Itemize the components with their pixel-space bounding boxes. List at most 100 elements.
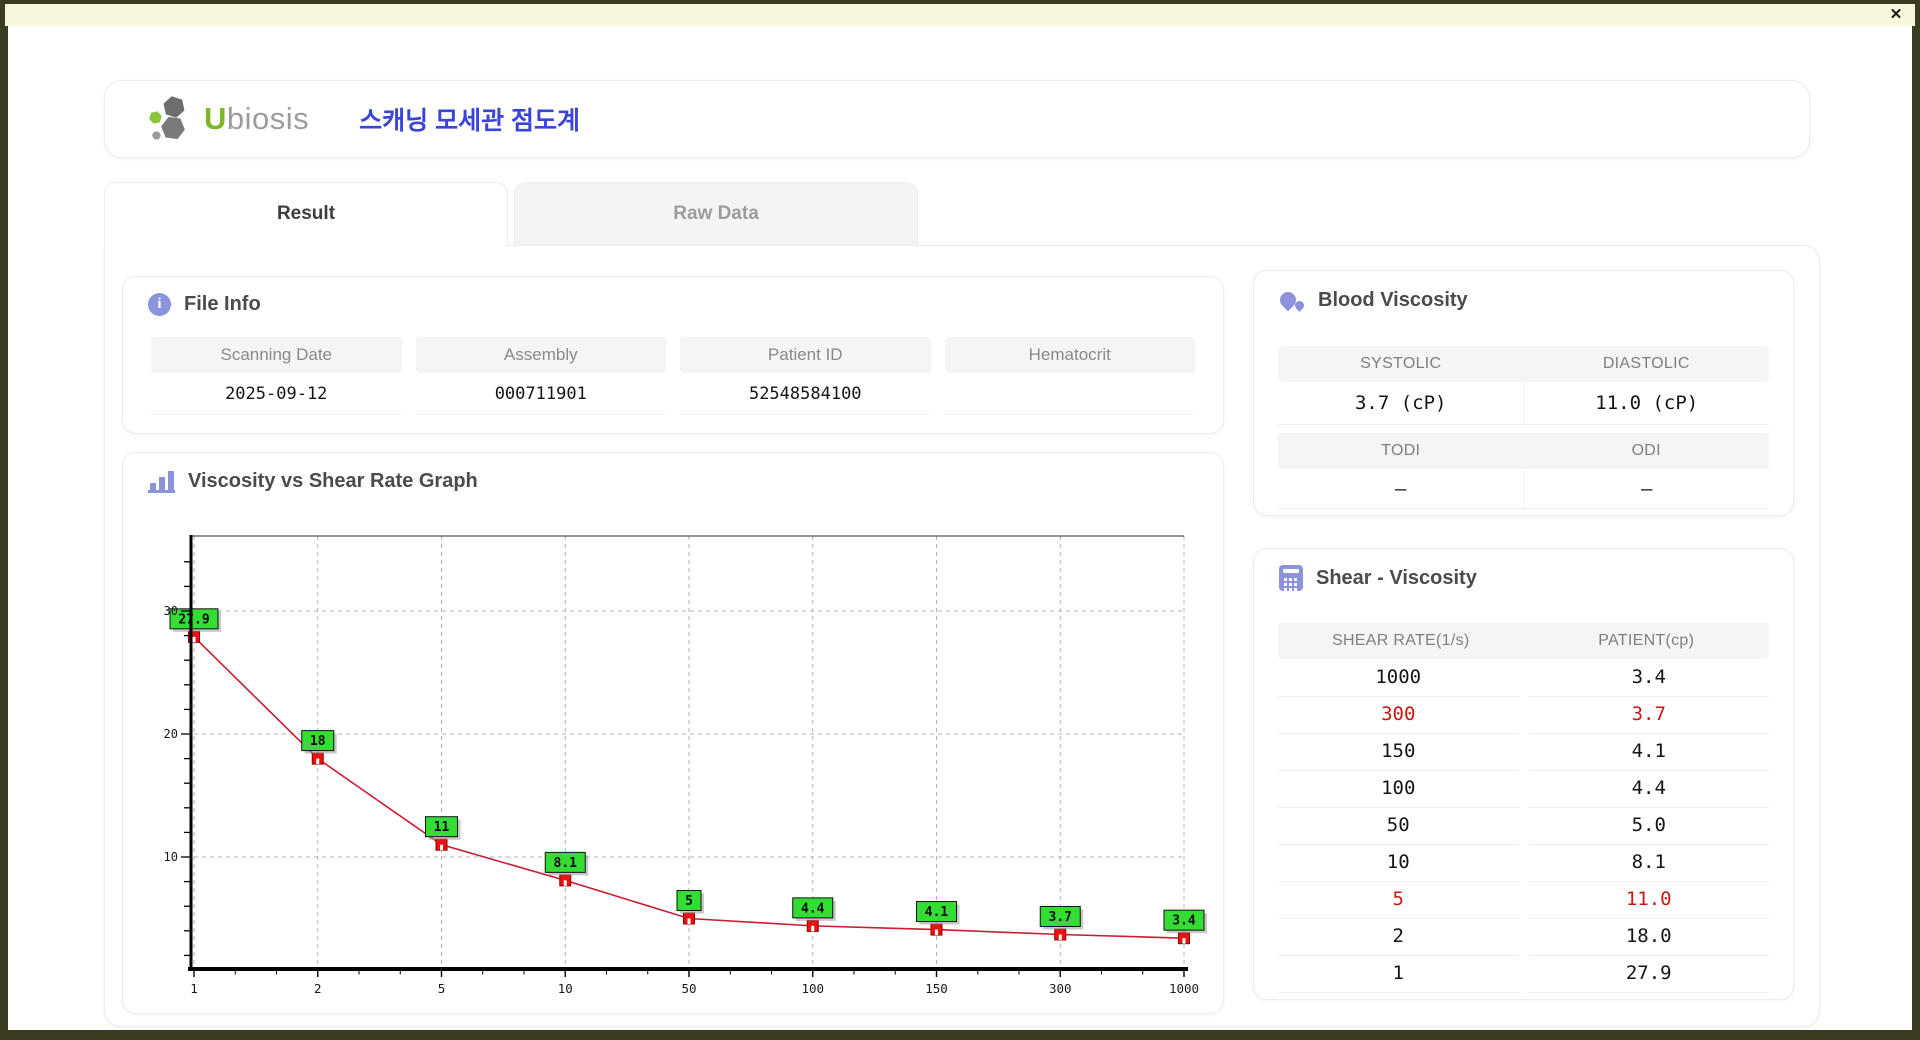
shear-viscosity-row: 1000 3.4 — [1278, 659, 1769, 697]
field-label: Patient ID — [680, 337, 931, 373]
odi-header: ODI — [1631, 442, 1661, 459]
field-label: Assembly — [415, 337, 666, 373]
systolic-diastolic-values: 3.7 (cP) 11.0 (cP) — [1278, 382, 1769, 425]
app-header-card: Ubiosis 스캐닝 모세관 점도계 — [104, 80, 1810, 158]
file-info-field: Scanning Date 2025-09-12 — [151, 337, 402, 415]
file-info-fields: Scanning Date 2025-09-12 Assembly 000711901… — [151, 337, 1195, 415]
svg-text:150: 150 — [925, 981, 948, 996]
svg-text:2: 2 — [314, 981, 322, 996]
file-info-field: Patient ID 52548584100 — [680, 337, 931, 415]
viscosity-chart-area: 27.9 18 11 8.1 5 4.4 4.1 3.7 3.4 10 20 30 1 2 5 10 50 100… — [151, 521, 1211, 1006]
app-title-korean: 스캐닝 모세관 점도계 — [359, 107, 581, 135]
field-value: 2025-09-12 — [151, 373, 402, 415]
hexagon-logo-icon — [148, 95, 196, 143]
svg-text:30: 30 — [164, 604, 178, 618]
systolic-diastolic-header: SYSTOLIC DIASTOLIC — [1278, 346, 1769, 382]
patient-viscosity-value: 3.7 — [1528, 696, 1769, 734]
shear-viscosity-title: Shear - Viscosity — [1316, 566, 1477, 589]
file-info-title: File Info — [184, 293, 261, 315]
ubiosis-logo: Ubiosis — [148, 95, 309, 143]
app-content: Ubiosis 스캐닝 모세관 점도계 Result Raw Data i Fi… — [8, 26, 1912, 1030]
shear-viscosity-card: Shear - Viscosity SHEAR RATE(1/s) PATIEN… — [1253, 548, 1794, 1000]
shear-viscosity-row: 50 5.0 — [1278, 807, 1769, 845]
shear-rate-value: 1000 — [1278, 659, 1519, 697]
svg-text:8.1: 8.1 — [554, 856, 578, 871]
svg-text:10: 10 — [164, 850, 178, 864]
shear-rate-value: 1 — [1278, 955, 1519, 993]
bar-chart-icon — [148, 469, 175, 493]
svg-text:27.9: 27.9 — [178, 612, 209, 627]
todi-value: – — [1278, 469, 1524, 509]
shear-viscosity-row: 100 4.4 — [1278, 770, 1769, 808]
shear-viscosity-column-headers: SHEAR RATE(1/s) PATIENT(cp) — [1278, 623, 1769, 659]
tab-raw-data[interactable]: Raw Data — [514, 182, 918, 245]
shear-viscosity-row: 300 3.7 — [1278, 696, 1769, 734]
field-label: Scanning Date — [151, 337, 402, 373]
info-icon: i — [148, 293, 171, 316]
shear-viscosity-row: 10 8.1 — [1278, 844, 1769, 882]
systolic-value: 3.7 (cP) — [1278, 382, 1524, 425]
svg-text:300: 300 — [1049, 981, 1072, 996]
todi-header: TODI — [1381, 442, 1421, 459]
todi-odi-header: TODI ODI — [1278, 433, 1769, 469]
file-info-card: i File Info Scanning Date 2025-09-12 Assem… — [122, 276, 1224, 434]
blood-viscosity-card: Blood Viscosity SYSTOLIC DIASTOLIC 3.7 (… — [1253, 270, 1794, 516]
shear-rate-value: 5 — [1278, 881, 1519, 919]
shear-rate-value: 150 — [1278, 733, 1519, 771]
field-value — [944, 373, 1195, 415]
patient-viscosity-value: 11.0 — [1528, 881, 1769, 919]
shear-rate-value: 50 — [1278, 807, 1519, 845]
shear-rate-value: 10 — [1278, 844, 1519, 882]
patient-viscosity-value: 5.0 — [1528, 807, 1769, 845]
svg-text:1000: 1000 — [1169, 981, 1199, 996]
svg-text:3.7: 3.7 — [1049, 910, 1072, 925]
window-close-button[interactable]: ✕ — [1887, 6, 1905, 24]
svg-text:18: 18 — [310, 734, 326, 749]
svg-text:100: 100 — [801, 981, 824, 996]
diastolic-value: 11.0 (cP) — [1523, 382, 1769, 425]
todi-odi-values: – – — [1278, 469, 1769, 509]
field-value: 52548584100 — [680, 373, 931, 415]
tab-result[interactable]: Result — [104, 182, 508, 246]
blood-viscosity-title: Blood Viscosity — [1318, 288, 1468, 311]
viscosity-graph-card: Viscosity vs Shear Rate Graph 27.9 18 11 8.… — [122, 452, 1224, 1014]
shear-rate-value: 300 — [1278, 696, 1519, 734]
svg-text:5: 5 — [438, 981, 446, 996]
viscosity-chart: 27.9 18 11 8.1 5 4.4 4.1 3.7 3.4 10 20 30 1 2 5 10 50 100… — [164, 535, 1207, 996]
logo-wordmark: Ubiosis — [204, 101, 309, 137]
patient-viscosity-value: 8.1 — [1528, 844, 1769, 882]
field-value: 000711901 — [415, 373, 666, 415]
svg-text:4.4: 4.4 — [801, 901, 825, 916]
logo-rest: biosis — [226, 101, 310, 136]
svg-text:4.1: 4.1 — [925, 905, 949, 920]
calculator-icon — [1279, 565, 1303, 591]
patient-viscosity-value: 18.0 — [1528, 918, 1769, 956]
shear-viscosity-row: 1 27.9 — [1278, 955, 1769, 993]
svg-text:20: 20 — [164, 727, 178, 741]
viscometer-window: { "window": { "close_label": "✕" }, "hea… — [0, 0, 1920, 1040]
graph-title: Viscosity vs Shear Rate Graph — [188, 469, 478, 492]
shear-rate-value: 100 — [1278, 770, 1519, 808]
diastolic-header: DIASTOLIC — [1602, 355, 1690, 372]
patient-column-header: PATIENT(cp) — [1598, 632, 1695, 649]
shear-viscosity-rows: 1000 3.4 300 3.7 150 4.1 100 4.4 50 5.0 10 8.1 5 11.0… — [1278, 659, 1769, 993]
svg-text:3.4: 3.4 — [1172, 914, 1196, 929]
odi-value: – — [1523, 469, 1769, 509]
patient-viscosity-value: 3.4 — [1528, 659, 1769, 697]
file-info-field: Assembly 000711901 — [415, 337, 666, 415]
shear-viscosity-row: 150 4.1 — [1278, 733, 1769, 771]
patient-viscosity-value: 4.1 — [1528, 733, 1769, 771]
logo-u: U — [204, 101, 227, 136]
shear-viscosity-row: 2 18.0 — [1278, 918, 1769, 956]
shear-rate-value: 2 — [1278, 918, 1519, 956]
file-info-field: Hematocrit — [944, 337, 1195, 415]
systolic-header: SYSTOLIC — [1360, 355, 1442, 372]
svg-text:11: 11 — [434, 820, 450, 835]
patient-viscosity-value: 27.9 — [1528, 955, 1769, 993]
blood-drops-icon — [1276, 287, 1306, 313]
svg-text:5: 5 — [685, 894, 693, 909]
patient-viscosity-value: 4.4 — [1528, 770, 1769, 808]
shear-viscosity-row: 5 11.0 — [1278, 881, 1769, 919]
field-label: Hematocrit — [944, 337, 1195, 373]
window-titlebar: ✕ — [5, 4, 1915, 26]
